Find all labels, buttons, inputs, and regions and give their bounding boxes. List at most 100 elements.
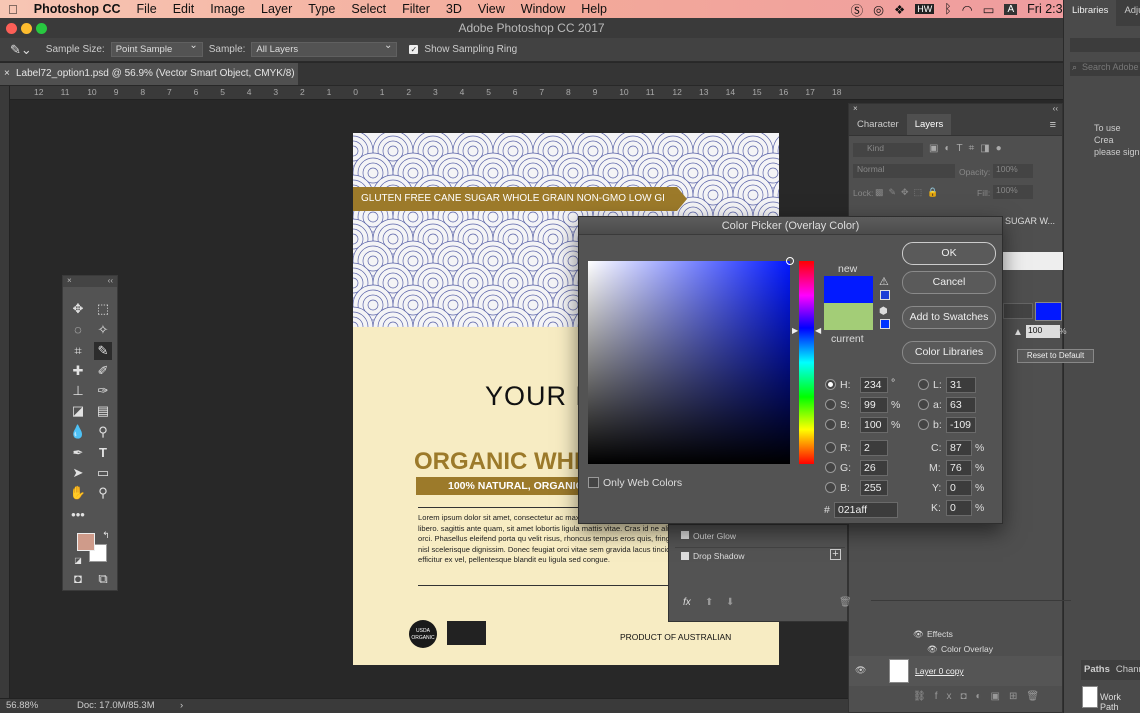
add-to-swatches-button[interactable]: Add to Swatches (902, 306, 996, 329)
library-search[interactable]: Search Adobe (1070, 62, 1140, 76)
green-radio[interactable] (825, 462, 836, 473)
move-up-icon[interactable]: ⬆ (705, 597, 713, 608)
collapse-panel-icon[interactable]: ‹‹ (108, 276, 113, 287)
outer-glow-label[interactable]: Outer Glow (693, 531, 736, 541)
saturation-radio[interactable] (825, 399, 836, 410)
stamp-tool-icon[interactable]: ⊥ (69, 382, 87, 400)
sample-select[interactable]: All Layers (251, 40, 398, 57)
sync-icon[interactable]: ◎ (873, 2, 884, 17)
document-tab[interactable]: × Label72_option1.psd @ 56.9% (Vector Sm… (0, 63, 298, 85)
tab-libraries[interactable]: Libraries (1064, 0, 1117, 26)
library-select[interactable] (1070, 38, 1140, 52)
b-field[interactable]: -109 (946, 417, 976, 433)
hand-tool-icon[interactable]: ✋ (69, 484, 87, 502)
close-panel-icon[interactable]: × (853, 104, 858, 114)
panel-menu-icon[interactable]: ≡ (1050, 114, 1062, 135)
tab-channels[interactable]: Chann (1113, 660, 1140, 680)
drop-shadow-label[interactable]: Drop Shadow (693, 551, 745, 561)
menu-layer[interactable]: Layer (253, 2, 300, 16)
saturation-field[interactable]: 99 (860, 397, 888, 413)
ok-button[interactable]: OK (902, 242, 996, 265)
web-safe-color-swatch[interactable] (880, 319, 890, 329)
layer-footer-icons[interactable]: ⛓fx◘◐▣⊞🗑 (913, 691, 1048, 702)
lightness-field[interactable]: 31 (946, 377, 976, 393)
drop-shadow-checkbox[interactable] (681, 552, 689, 560)
wifi-icon[interactable]: ◠ (962, 2, 973, 17)
hue-radio[interactable] (825, 379, 836, 390)
tab-paths[interactable]: Paths (1081, 660, 1113, 680)
blend-select[interactable] (1003, 303, 1033, 319)
web-safe-warning-icon[interactable]: ⬢ (879, 306, 888, 317)
overlay-opacity-field[interactable]: 100 (1026, 325, 1060, 338)
quick-mask-icon[interactable]: ◘ (69, 570, 87, 588)
move-down-icon[interactable]: ⬇ (726, 597, 734, 608)
cyan-field[interactable]: 87 (946, 440, 972, 456)
current-color-swatch[interactable] (824, 303, 873, 330)
menu-edit[interactable]: Edit (165, 2, 203, 16)
only-web-colors-checkbox[interactable] (588, 477, 599, 488)
horizontal-ruler[interactable]: 12 11 10 9 8 7 6 5 4 3 2 1 0 1 2 3 4 5 6 7 8 9 10 11 12 13 14 15 16 1… (10, 86, 1063, 100)
menu-view[interactable]: View (470, 2, 513, 16)
brush-tool-icon[interactable]: ✐ (94, 362, 112, 380)
out-of-gamut-warning-icon[interactable]: ⚠ (879, 275, 889, 288)
eye-icon[interactable]: 👁 (913, 629, 924, 640)
more-tools-icon[interactable]: ••• (69, 506, 87, 524)
saturation-brightness-field[interactable] (588, 257, 794, 464)
status-menu-icon[interactable]: › (180, 699, 183, 713)
input-source-icon[interactable]: A (1004, 3, 1018, 15)
tab-layers[interactable]: Layers (906, 114, 952, 135)
menu-3d[interactable]: 3D (438, 2, 470, 16)
skype-icon[interactable]: Ⓢ (851, 0, 864, 19)
sample-size-select[interactable]: Point Sample (110, 40, 203, 57)
opacity-field[interactable]: 100% (993, 164, 1033, 178)
zoom-level[interactable]: 56.88% (6, 699, 38, 713)
layer-visibility-icon[interactable]: 👁 (855, 665, 866, 676)
a-radio[interactable] (918, 399, 929, 410)
tab-adjustments[interactable]: Adju (1116, 0, 1140, 26)
blue-radio[interactable] (825, 482, 836, 493)
app-menu[interactable]: Photoshop CC (26, 2, 129, 16)
marquee-tool-icon[interactable]: ⬚ (94, 300, 112, 318)
hex-field[interactable]: 021aff (834, 502, 898, 518)
quick-select-tool-icon[interactable]: ✧ (94, 321, 112, 339)
layer-row[interactable]: 👁 Layer 0 copy (849, 656, 1062, 686)
vertical-ruler[interactable] (0, 86, 10, 698)
screen-mode-icon[interactable]: ⧉ (94, 570, 112, 588)
blend-mode-select[interactable]: Normal (853, 164, 955, 178)
hue-slider[interactable] (799, 261, 814, 464)
swap-colors-icon[interactable]: ↰ (97, 526, 115, 544)
key-field[interactable]: 0 (946, 500, 972, 516)
history-brush-icon[interactable]: ✑ (94, 382, 112, 400)
brightness-field[interactable]: 100 (860, 417, 888, 433)
default-colors-icon[interactable]: ◪ (69, 552, 87, 570)
lock-icons[interactable]: ▩✎✥⬚🔒 (875, 187, 943, 198)
cancel-button[interactable]: Cancel (902, 271, 996, 294)
magenta-field[interactable]: 76 (946, 460, 972, 476)
eyedropper-tool-icon[interactable]: ✎ (94, 342, 112, 360)
lightness-radio[interactable] (918, 379, 929, 390)
brightness-radio[interactable] (825, 419, 836, 430)
move-tool-icon[interactable]: ✥ (69, 300, 87, 318)
overlay-color-swatch[interactable] (1035, 302, 1062, 321)
b-radio[interactable] (918, 419, 929, 430)
crop-tool-icon[interactable]: ⌗ (69, 342, 87, 360)
type-tool-icon[interactable]: T (94, 444, 112, 462)
hue-field[interactable]: 234 (860, 377, 888, 393)
eye-icon[interactable]: 👁 (927, 644, 938, 655)
hue-slider-right-arrow[interactable]: ◀ (815, 326, 821, 335)
green-field[interactable]: 26 (860, 460, 888, 476)
layer-name[interactable]: Layer 0 copy (915, 666, 964, 676)
hw-icon[interactable]: HW (915, 4, 935, 14)
menu-help[interactable]: Help (573, 2, 615, 16)
menu-select[interactable]: Select (343, 2, 394, 16)
hue-slider-left-arrow[interactable]: ▶ (792, 326, 798, 335)
color-overlay-label[interactable]: Color Overlay (941, 644, 993, 654)
battery-icon[interactable]: ▭ (983, 2, 995, 17)
eraser-tool-icon[interactable]: ◪ (69, 402, 87, 420)
color-libraries-button[interactable]: Color Libraries (902, 341, 996, 364)
red-field[interactable]: 2 (860, 440, 888, 456)
work-path-label[interactable]: Work Path (1100, 692, 1140, 712)
layer-filter-kind[interactable]: Kind (853, 143, 923, 157)
menu-file[interactable]: File (129, 2, 165, 16)
apple-menu-icon[interactable]:  (0, 2, 26, 17)
